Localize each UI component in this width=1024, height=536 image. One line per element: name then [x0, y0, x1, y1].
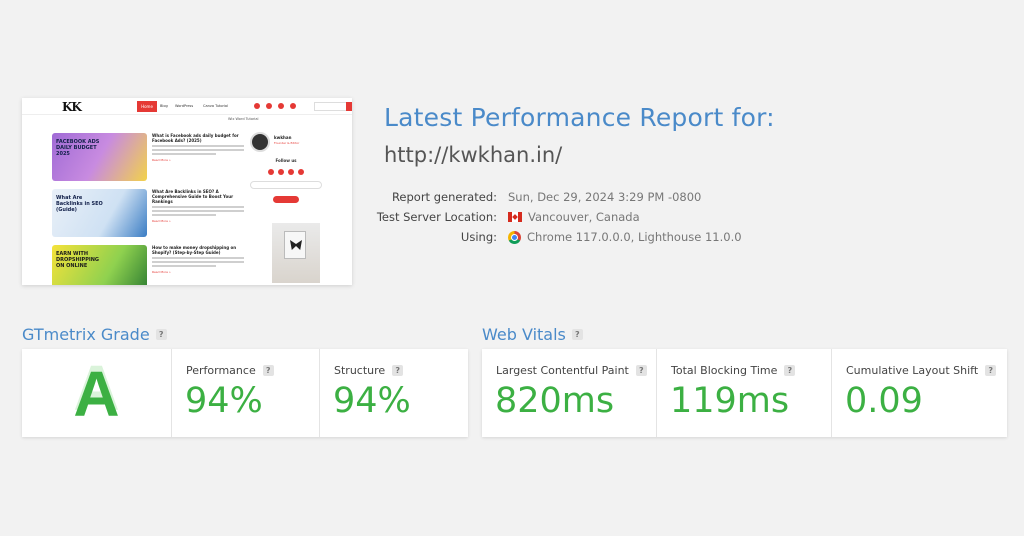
meta-value: Vancouver, Canada — [508, 210, 640, 224]
thumb-read-more: Read More » — [152, 158, 171, 162]
thumb-poster-image — [272, 223, 320, 283]
butterfly-icon — [290, 240, 302, 250]
thumb-author-avatar — [250, 132, 270, 152]
thumb-card-backlinks: What Are Backlinks in SEO (Guide) — [52, 189, 147, 237]
section-title-text: Web Vitals — [482, 325, 566, 344]
metric-label: Structure ? — [334, 364, 404, 377]
canada-flag-icon — [508, 212, 522, 222]
thumb-nav-canva: Canva Tutorial — [203, 104, 229, 108]
meta-value: Chrome 117.0.0.0, Lighthouse 11.0.0 — [508, 230, 742, 244]
metric-label: Cumulative Layout Shift ? — [846, 364, 997, 377]
thumb-nav-home: Home — [137, 101, 157, 112]
metric-label: Performance ? — [186, 364, 274, 377]
grade-cell: A — [22, 349, 172, 437]
thumb-card-text: EARN WITH DROPSHIPPING ON ONLINE — [56, 251, 100, 269]
thumb-search-icon — [346, 102, 352, 111]
gtmetrix-grade-title: GTmetrix Grade ? — [22, 325, 167, 344]
thumb-card-facebook-ads: FACEBOOK ADS DAILY BUDGET 2025 — [52, 133, 147, 181]
thumb-card-dropshipping: EARN WITH DROPSHIPPING ON ONLINE — [52, 245, 147, 285]
help-icon[interactable]: ? — [392, 365, 404, 376]
thumb-article: How to make money dropshipping on Shopif… — [152, 245, 244, 274]
thumb-article-title: What Are Backlinks in SEO? A Comprehensi… — [152, 189, 234, 204]
meta-report-generated: Report generated: Sun, Dec 29, 2024 3:29… — [384, 190, 784, 206]
thumb-follow-label: Follow us — [275, 158, 297, 163]
thumb-author-name: kwkhan — [274, 135, 292, 140]
thumb-nav-blog: Blog — [160, 104, 168, 108]
meta-label: Test Server Location: — [376, 210, 497, 224]
meta-label: Using: — [460, 230, 497, 244]
metric-label: Largest Contentful Paint ? — [496, 364, 647, 377]
metric-label: Total Blocking Time ? — [671, 364, 796, 377]
metric-value: 94% — [333, 381, 411, 421]
cls-metric: Cumulative Layout Shift ? 0.09 — [832, 349, 1007, 437]
metric-value: 0.09 — [845, 381, 923, 421]
thumb-facebook-icon — [254, 103, 260, 109]
structure-metric: Structure ? 94% — [320, 349, 468, 437]
thumb-card-text: FACEBOOK ADS DAILY BUDGET 2025 — [56, 139, 100, 157]
thumb-youtube-icon — [278, 103, 284, 109]
help-icon[interactable]: ? — [635, 365, 647, 376]
meta-value: Sun, Dec 29, 2024 3:29 PM -0800 — [508, 190, 702, 204]
meta-label: Report generated: — [391, 190, 497, 204]
thumb-social-icons — [250, 169, 322, 175]
thumb-article: What Are Backlinks in SEO? A Comprehensi… — [152, 189, 244, 223]
report-title: Latest Performance Report for: — [384, 103, 775, 132]
thumb-author-role: Founder & Editor — [274, 141, 300, 145]
thumb-read-more: Read More » — [152, 219, 171, 223]
help-icon[interactable]: ? — [571, 329, 583, 340]
thumb-article-title: What is Facebook ads daily budget for Fa… — [152, 133, 239, 143]
metric-value: 119ms — [670, 381, 790, 421]
metric-value: 94% — [185, 381, 263, 421]
help-icon[interactable]: ? — [985, 365, 997, 376]
thumb-navbar: KK Home Blog WordPress Canva Tutorial — [22, 98, 352, 115]
thumb-article-title: How to make money dropshipping on Shopif… — [152, 245, 237, 255]
grade-letter: A — [73, 358, 120, 430]
lcp-metric: Largest Contentful Paint ? 820ms — [482, 349, 657, 437]
metric-value: 820ms — [495, 381, 615, 421]
thumb-sidebar: kwkhan Founder & Editor Follow us — [250, 132, 322, 203]
gtmetrix-grade-panel: A Performance ? 94% Structure ? 94% — [22, 349, 468, 437]
thumb-subscribe-button — [273, 196, 299, 203]
thumb-subnav: Wix Word Tutorial — [228, 117, 259, 121]
thumb-email-input — [250, 181, 322, 189]
thumb-instagram-icon — [266, 103, 272, 109]
site-screenshot-thumbnail[interactable]: KK Home Blog WordPress Canva Tutorial Wi… — [22, 98, 352, 285]
thumb-card-text: What Are Backlinks in SEO (Guide) — [56, 195, 103, 213]
help-icon[interactable]: ? — [784, 365, 796, 376]
thumb-read-more: Read More » — [152, 270, 171, 274]
chrome-icon — [508, 230, 521, 244]
section-title-text: GTmetrix Grade — [22, 325, 150, 344]
thumb-nav-wordpress: WordPress — [175, 104, 194, 108]
web-vitals-title: Web Vitals ? — [482, 325, 583, 344]
report-url[interactable]: http://kwkhan.in/ — [384, 143, 562, 167]
performance-metric: Performance ? 94% — [172, 349, 320, 437]
web-vitals-panel: Largest Contentful Paint ? 820ms Total B… — [482, 349, 1007, 437]
thumb-logo: KK — [62, 100, 82, 114]
help-icon[interactable]: ? — [262, 365, 274, 376]
meta-server-location: Test Server Location: Vancouver, Canada — [377, 210, 784, 226]
meta-using: Using: Chrome 117.0.0.0, Lighthouse 11.0… — [384, 230, 784, 246]
thumb-article: What is Facebook ads daily budget for Fa… — [152, 133, 244, 162]
help-icon[interactable]: ? — [155, 329, 167, 340]
tbt-metric: Total Blocking Time ? 119ms — [657, 349, 832, 437]
thumb-whatsapp-icon — [290, 103, 296, 109]
